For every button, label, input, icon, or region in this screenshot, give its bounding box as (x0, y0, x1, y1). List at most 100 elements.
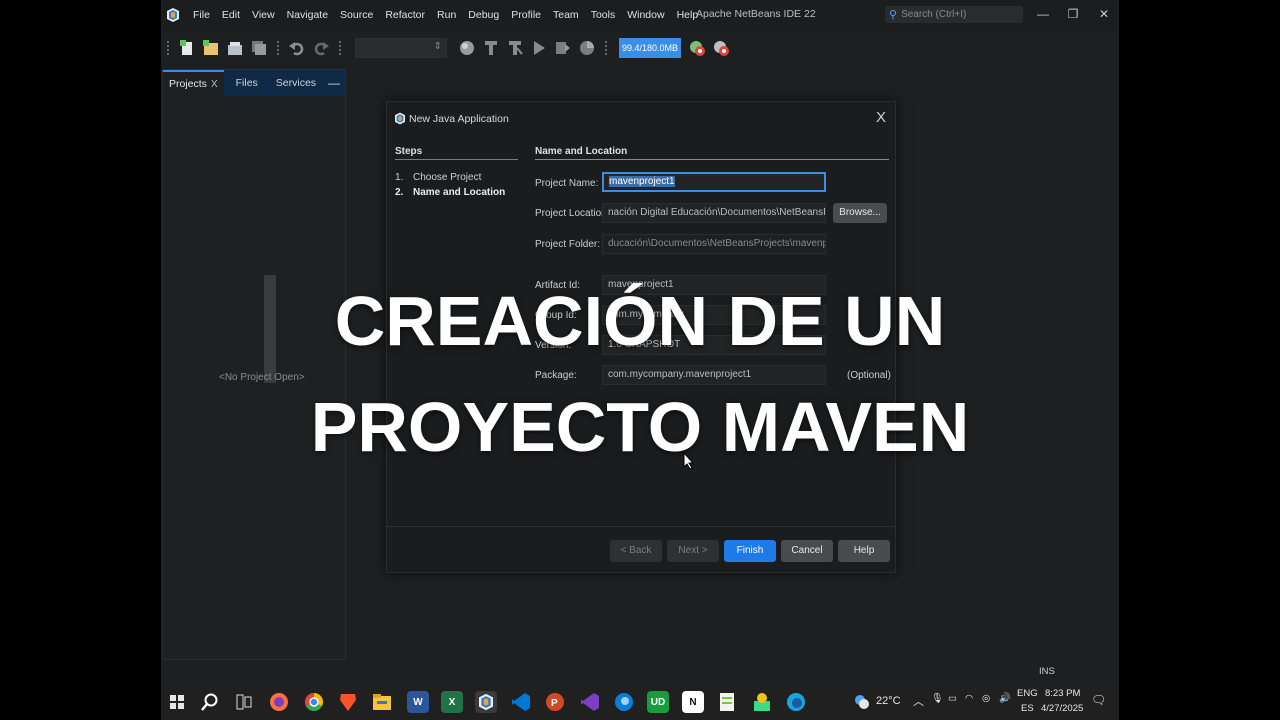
wifi-icon[interactable]: ◠ (965, 693, 973, 704)
search-icon: ⚲ (889, 9, 898, 21)
brave-icon[interactable] (337, 691, 359, 713)
microphone-icon[interactable]: 🎙 (931, 693, 943, 704)
configuration-select[interactable] (355, 38, 447, 58)
android-studio-icon[interactable] (751, 691, 773, 713)
open-project-icon[interactable] (226, 39, 244, 57)
menu-team[interactable]: Team (547, 9, 585, 21)
menu-edit[interactable]: Edit (216, 9, 246, 21)
svg-text:P: P (551, 698, 558, 709)
new-project-icon[interactable] (202, 39, 220, 57)
menu-tools[interactable]: Tools (585, 9, 622, 21)
project-folder-field: ducación\Documentos\NetBeansProjects\mav… (602, 234, 826, 254)
panel-tab-bar: Projects X Files Services — (163, 70, 345, 96)
netbeans-logo-icon (167, 8, 179, 22)
clean-build-icon[interactable] (506, 39, 524, 57)
chevron-up-icon[interactable]: ︿ (913, 693, 924, 709)
back-button[interactable]: < Back (610, 540, 662, 562)
notification-icon[interactable]: 🗨 (1091, 693, 1106, 707)
menu-run[interactable]: Run (431, 9, 462, 21)
chrome-icon[interactable] (303, 691, 325, 713)
next-button[interactable]: Next > (667, 540, 719, 562)
toolbar-grip (605, 41, 608, 55)
menu-refactor[interactable]: Refactor (379, 9, 431, 21)
profile-icon[interactable] (578, 39, 596, 57)
word-icon[interactable]: W (407, 691, 429, 713)
weather-temperature: 22°C (876, 695, 901, 707)
keyboard-layout[interactable]: ES (1021, 703, 1034, 714)
minimize-window-button[interactable]: — (1033, 6, 1053, 22)
debug-icon[interactable] (554, 39, 572, 57)
menu-profile[interactable]: Profile (505, 9, 547, 21)
vscode-icon[interactable] (510, 691, 532, 713)
edge-icon[interactable] (785, 691, 807, 713)
menu-debug[interactable]: Debug (462, 9, 505, 21)
battery-icon[interactable]: ▭ (948, 693, 957, 704)
excel-icon[interactable]: X (441, 691, 463, 713)
quick-search-input[interactable]: ⚲ Search (Ctrl+I) (885, 6, 1023, 23)
section-heading: Name and Location (535, 146, 628, 157)
video-overlay-title: CREACIÓN DE UN PROYECTO MAVEN (0, 268, 1280, 480)
restore-window-button[interactable]: ❐ (1063, 6, 1083, 22)
notion-icon[interactable]: N (682, 691, 704, 713)
dialog-title: New Java Application (409, 113, 509, 125)
close-tab-icon[interactable]: X (211, 79, 218, 90)
divider (387, 526, 895, 527)
netbeans-taskbar-icon[interactable] (475, 691, 497, 713)
mouse-cursor-icon (683, 452, 695, 470)
memory-usage-meter[interactable]: 99.4/180.0MB (619, 38, 681, 58)
build-icon[interactable] (482, 39, 500, 57)
weather-icon[interactable] (851, 691, 873, 713)
notepad-icon[interactable] (716, 691, 738, 713)
project-name-value: mavenproject1 (609, 176, 675, 187)
tab-files[interactable]: Files (230, 70, 264, 96)
toolbar-grip (167, 41, 170, 55)
globe-icon[interactable] (458, 39, 476, 57)
browse-button[interactable]: Browse... (833, 203, 887, 223)
run-icon[interactable] (530, 39, 548, 57)
search-icon[interactable] (199, 691, 221, 713)
language-code[interactable]: ENG (1017, 688, 1038, 699)
toolbar-grip (339, 41, 342, 55)
menu-file[interactable]: File (187, 9, 216, 21)
project-name-field[interactable]: mavenproject1 (602, 172, 826, 192)
udemy-icon[interactable]: UD (647, 691, 669, 713)
netbeans-logo-icon (395, 112, 405, 125)
new-file-icon[interactable] (178, 39, 196, 57)
cancel-button[interactable]: Cancel (781, 540, 833, 562)
menu-navigate[interactable]: Navigate (281, 9, 334, 21)
finish-button[interactable]: Finish (724, 540, 776, 562)
minimize-panel-icon[interactable]: — (328, 70, 340, 96)
overlay-line-1: CREACIÓN DE UN (334, 282, 946, 360)
project-name-label: Project Name: (535, 178, 599, 189)
firefox-icon[interactable] (268, 691, 290, 713)
close-dialog-icon[interactable]: X (876, 109, 886, 126)
save-all-icon[interactable] (250, 39, 268, 57)
undo-icon[interactable] (288, 39, 306, 57)
clock-date[interactable]: 4/27/2025 (1041, 703, 1083, 714)
file-explorer-icon[interactable] (371, 691, 393, 713)
step-number: 2. (395, 187, 404, 198)
profile-ide-icon[interactable] (712, 39, 730, 57)
menu-window[interactable]: Window (621, 9, 670, 21)
garbage-collect-icon[interactable] (688, 39, 706, 57)
menu-source[interactable]: Source (334, 9, 379, 21)
close-window-button[interactable]: ✕ (1094, 6, 1114, 22)
volume-icon[interactable]: 🔊 (999, 693, 1011, 704)
powerpoint-icon[interactable]: P (544, 691, 566, 713)
clock-time[interactable]: 8:23 PM (1045, 688, 1080, 699)
windows-start-icon[interactable] (166, 691, 188, 713)
project-location-field[interactable]: nación Digital Educación\Documentos\NetB… (602, 203, 826, 223)
tab-services[interactable]: Services (270, 70, 322, 96)
task-view-icon[interactable] (233, 691, 255, 713)
step-label: Name and Location (413, 187, 506, 198)
divider (395, 159, 518, 160)
step-number: 1. (395, 172, 404, 183)
network-icon[interactable]: ◎ (982, 693, 990, 704)
step-label: Choose Project (413, 172, 482, 183)
menu-view[interactable]: View (246, 9, 281, 21)
tab-projects[interactable]: Projects X (163, 70, 224, 96)
redo-icon[interactable] (312, 39, 330, 57)
visual-studio-icon[interactable] (579, 691, 601, 713)
edge-dev-icon[interactable] (613, 691, 635, 713)
help-button[interactable]: Help (838, 540, 890, 562)
